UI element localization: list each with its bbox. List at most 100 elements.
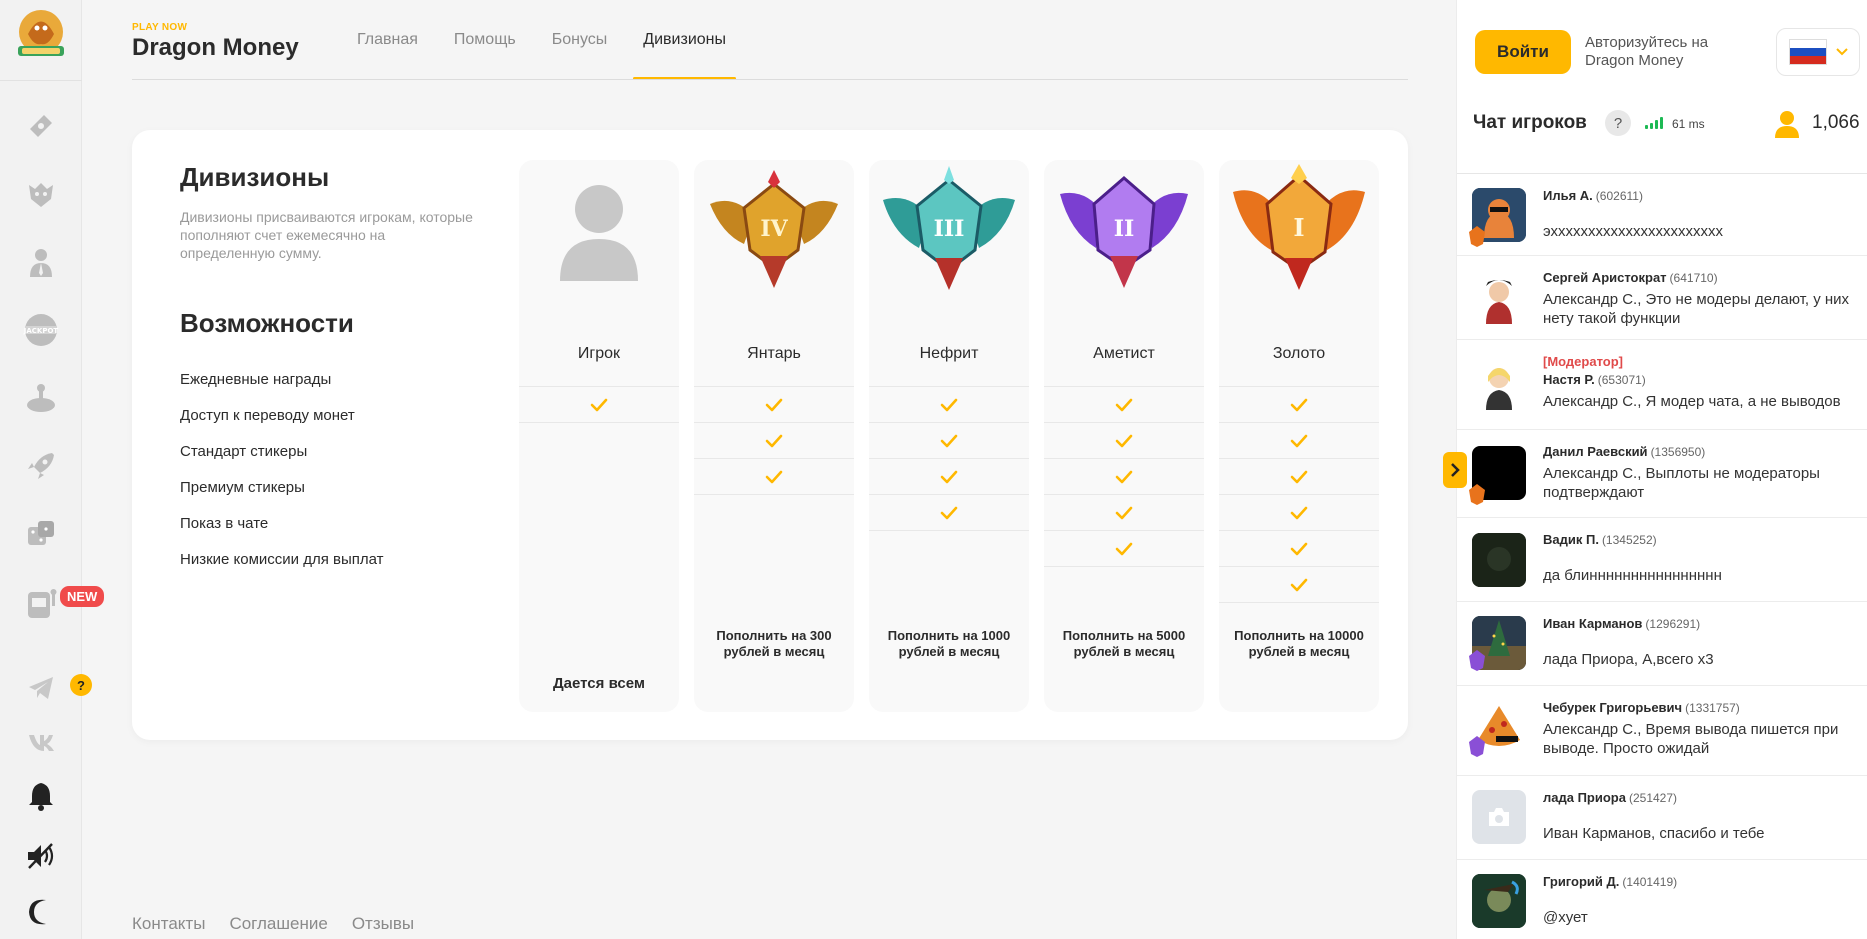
amethyst-roman-label: II: [1114, 216, 1135, 242]
nav-divisions[interactable]: Дивизионы: [625, 0, 744, 80]
page-description: Дивизионы присваиваются игрокам, которые…: [180, 209, 473, 261]
language-select[interactable]: [1776, 28, 1860, 76]
slot-machine-icon[interactable]: [21, 582, 61, 622]
bell-icon[interactable]: [21, 776, 61, 816]
feature-cell: [519, 531, 679, 567]
message-author[interactable]: Чебурек Григорьевич (1331757): [1543, 700, 1740, 715]
division-mini-badge-icon: [1469, 226, 1485, 247]
division-name: Игрок: [577, 345, 621, 362]
division-requirement: Пополнить на 300 рублей в месяц: [716, 628, 832, 659]
jade-roman-label: III: [934, 216, 965, 242]
check-icon: [1115, 434, 1133, 447]
help-badge[interactable]: ?: [70, 674, 92, 696]
moderator-tag: [Модератор]: [1543, 354, 1623, 369]
check-icon: [1115, 470, 1133, 483]
tiger-icon[interactable]: [21, 174, 61, 214]
division-mini-badge-icon: [1469, 484, 1485, 505]
chat-message: Григорий Д. (1401419) @хует: [1457, 860, 1867, 939]
jackpot-icon[interactable]: JACKPOT: [21, 310, 61, 350]
feature-cell: [694, 567, 854, 603]
footer: Контакты Соглашение Отзывы: [132, 914, 414, 934]
agent-icon[interactable]: [21, 242, 61, 282]
feature-item: Стандарт стикеры: [180, 443, 308, 460]
sidebar-divider: [0, 80, 82, 81]
message-text: эххххххххххххххххххххххх: [1543, 223, 1723, 240]
footer-reviews-link[interactable]: Отзывы: [352, 914, 414, 934]
telegram-icon[interactable]: [21, 668, 61, 708]
message-text: Александр С., Выплоты не модераторы подт…: [1543, 465, 1820, 501]
features-list: Ежедневные награды Доступ к переводу мон…: [180, 362, 384, 578]
feature-cell: [694, 531, 854, 567]
vk-icon[interactable]: [21, 722, 61, 762]
dragon-logo[interactable]: [8, 4, 74, 66]
division-name: Нефрит: [919, 345, 979, 362]
feature-cell: [1044, 387, 1204, 423]
check-icon: [765, 470, 783, 483]
message-author[interactable]: Иван Карманов (1296291): [1543, 616, 1700, 631]
feature-cell: [1219, 423, 1379, 459]
feature-cell: [1219, 567, 1379, 603]
avatar[interactable]: [1472, 270, 1526, 324]
gold-roman-label: I: [1293, 213, 1304, 242]
message-author[interactable]: Данил Раевский (1356950): [1543, 444, 1705, 459]
top-nav: Главная Помощь Бонусы Дивизионы: [339, 0, 744, 80]
avatar[interactable]: [1472, 790, 1526, 844]
avatar[interactable]: [1472, 356, 1526, 410]
nav-help[interactable]: Помощь: [436, 0, 534, 80]
message-author[interactable]: Настя Р. (653071): [1543, 372, 1646, 387]
nav-main[interactable]: Главная: [339, 0, 436, 80]
message-text: @хует: [1543, 909, 1588, 926]
avatar[interactable]: [1472, 874, 1526, 928]
amethyst-badge-icon: II: [1054, 164, 1194, 292]
division-amethyst: II Аметист Пополнить на 5000 рублей в ме…: [1044, 160, 1204, 712]
feature-item: Премиум стикеры: [180, 479, 305, 496]
login-button[interactable]: Войти: [1475, 30, 1571, 74]
check-icon: [1115, 398, 1133, 411]
signal-icon: [1645, 117, 1663, 129]
joystick-icon[interactable]: [21, 378, 61, 418]
avatar[interactable]: [1472, 533, 1526, 587]
gold-badge-icon: I: [1229, 164, 1369, 292]
footer-agreement-link[interactable]: Соглашение: [229, 914, 327, 934]
message-text: Иван Карманов, спасибо и тебе: [1543, 825, 1765, 842]
chat-collapse-button[interactable]: [1443, 452, 1467, 488]
message-author[interactable]: лада Приора (251427): [1543, 790, 1677, 805]
division-requirement: Пополнить на 5000 рублей в месяц: [1062, 628, 1186, 659]
feature-cell: [1219, 531, 1379, 567]
feature-cell: [1044, 531, 1204, 567]
message-author[interactable]: Сергей Аристократ (641710): [1543, 270, 1718, 285]
chat-message: Иван Карманов (1296291) лада Приора, А,вс…: [1457, 602, 1867, 686]
footer-contacts-link[interactable]: Контакты: [132, 914, 205, 934]
feature-cell: [694, 423, 854, 459]
feature-cell: [1044, 495, 1204, 531]
ping-value: 61 ms: [1672, 117, 1705, 131]
feature-item: Доступ к переводу монет: [180, 407, 355, 424]
division-requirement: Пополнить на 10000 рублей в месяц: [1234, 628, 1364, 659]
dice-icon[interactable]: [21, 514, 61, 554]
message-author[interactable]: Григорий Д. (1401419): [1543, 874, 1677, 889]
check-icon: [765, 434, 783, 447]
online-count: 1,066: [1812, 112, 1860, 133]
moon-icon[interactable]: [21, 892, 61, 932]
rocket-icon[interactable]: [21, 446, 61, 486]
division-player: Игрок Дается всем: [519, 160, 679, 712]
feature-cell: [869, 423, 1029, 459]
chat-help-button[interactable]: ?: [1605, 110, 1631, 136]
chat-message: Чебурек Григорьевич (1331757) Александр С…: [1457, 686, 1867, 776]
nav-bonuses[interactable]: Бонусы: [534, 0, 626, 80]
brand[interactable]: PLAY NOW Dragon Money: [132, 22, 299, 62]
division-name: Золото: [1272, 345, 1326, 362]
message-author[interactable]: Илья А. (602611): [1543, 188, 1643, 203]
ticket-icon[interactable]: [21, 106, 61, 146]
online-users-icon: [1775, 110, 1799, 143]
sidebar: JACKPOT NEW ?: [0, 0, 105, 939]
message-author[interactable]: Вадик П. (1345252): [1543, 532, 1657, 547]
division-checks: [1044, 386, 1204, 603]
feature-item: Ежедневные награды: [180, 371, 332, 388]
sound-off-icon[interactable]: [21, 836, 61, 876]
message-text: Александр С., Это не модеры делают, у ни…: [1543, 291, 1850, 327]
division-requirement: Пополнить на 1000 рублей в месяц: [887, 628, 1011, 659]
nav-divider: [132, 79, 1408, 80]
division-mini-badge-icon: [1469, 650, 1485, 671]
division-mini-badge-icon: [1469, 736, 1485, 757]
